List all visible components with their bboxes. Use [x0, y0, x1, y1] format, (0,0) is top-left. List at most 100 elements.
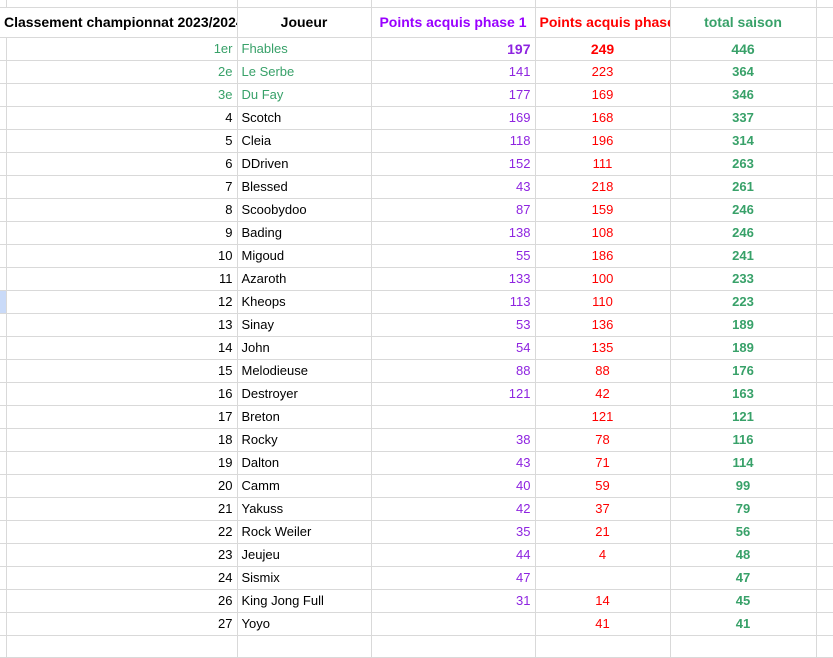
cell-phase2[interactable]: 196	[535, 129, 671, 153]
cell-total[interactable]: 246	[670, 198, 817, 222]
cell-phase2[interactable]: 4	[535, 543, 671, 567]
header-total-cell[interactable]: total saison	[670, 7, 817, 38]
cell-tail[interactable]	[816, 451, 833, 475]
cell-rank[interactable]: 16	[6, 382, 238, 406]
spacer-cell-phase2[interactable]	[535, 0, 671, 8]
blank-cell[interactable]	[371, 635, 536, 658]
cell-phase1[interactable]: 38	[371, 428, 536, 452]
cell-player[interactable]: Scotch	[237, 106, 372, 130]
cell-rank[interactable]: 8	[6, 198, 238, 222]
cell-tail[interactable]	[816, 428, 833, 452]
cell-tail[interactable]	[816, 267, 833, 291]
cell-rank[interactable]: 15	[6, 359, 238, 383]
cell-tail[interactable]	[816, 244, 833, 268]
cell-phase2[interactable]: 108	[535, 221, 671, 245]
cell-total[interactable]: 56	[670, 520, 817, 544]
cell-phase2[interactable]: 223	[535, 60, 671, 84]
cell-phase1[interactable]: 53	[371, 313, 536, 337]
cell-total[interactable]: 446	[670, 37, 817, 61]
cell-total[interactable]: 314	[670, 129, 817, 153]
cell-player[interactable]: Yoyo	[237, 612, 372, 636]
cell-player[interactable]: King Jong Full	[237, 589, 372, 613]
cell-phase2[interactable]: 159	[535, 198, 671, 222]
cell-player[interactable]: Du Fay	[237, 83, 372, 107]
header-title-cell[interactable]: Classement championnat 2023/2024	[0, 7, 238, 38]
spacer-cell-phase1[interactable]	[371, 0, 536, 8]
cell-phase1[interactable]: 152	[371, 152, 536, 176]
cell-phase1[interactable]: 197	[371, 37, 536, 61]
cell-tail[interactable]	[816, 520, 833, 544]
spacer-cell-rank[interactable]	[6, 0, 238, 8]
cell-phase1[interactable]: 54	[371, 336, 536, 360]
cell-tail[interactable]	[816, 175, 833, 199]
cell-total[interactable]: 189	[670, 313, 817, 337]
cell-rank[interactable]: 23	[6, 543, 238, 567]
cell-phase1[interactable]: 133	[371, 267, 536, 291]
spreadsheet-grid[interactable]: Classement championnat 2023/2024 Joueur …	[0, 0, 833, 658]
cell-total[interactable]: 263	[670, 152, 817, 176]
cell-tail[interactable]	[816, 405, 833, 429]
cell-total[interactable]: 337	[670, 106, 817, 130]
cell-rank[interactable]: 22	[6, 520, 238, 544]
cell-phase1[interactable]: 40	[371, 474, 536, 498]
cell-phase1[interactable]: 141	[371, 60, 536, 84]
cell-total[interactable]: 246	[670, 221, 817, 245]
cell-tail[interactable]	[816, 60, 833, 84]
cell-player[interactable]: Melodieuse	[237, 359, 372, 383]
cell-phase1[interactable]: 31	[371, 589, 536, 613]
cell-tail[interactable]	[816, 543, 833, 567]
cell-phase2[interactable]: 110	[535, 290, 671, 314]
cell-total[interactable]: 364	[670, 60, 817, 84]
spacer-cell-name[interactable]	[237, 0, 372, 8]
cell-player[interactable]: Fhables	[237, 37, 372, 61]
cell-player[interactable]: Bading	[237, 221, 372, 245]
cell-total[interactable]: 99	[670, 474, 817, 498]
cell-rank[interactable]: 7	[6, 175, 238, 199]
cell-player[interactable]: Breton	[237, 405, 372, 429]
cell-total[interactable]: 233	[670, 267, 817, 291]
cell-phase1[interactable]: 169	[371, 106, 536, 130]
cell-rank[interactable]: 21	[6, 497, 238, 521]
cell-rank[interactable]: 13	[6, 313, 238, 337]
cell-rank[interactable]: 11	[6, 267, 238, 291]
cell-phase2[interactable]: 135	[535, 336, 671, 360]
cell-player[interactable]: Cleia	[237, 129, 372, 153]
spacer-cell-total[interactable]	[670, 0, 817, 8]
cell-phase1[interactable]: 177	[371, 83, 536, 107]
cell-rank[interactable]: 17	[6, 405, 238, 429]
cell-phase2[interactable]: 121	[535, 405, 671, 429]
cell-phase2[interactable]: 168	[535, 106, 671, 130]
cell-tail[interactable]	[816, 359, 833, 383]
cell-phase1[interactable]: 35	[371, 520, 536, 544]
cell-tail[interactable]	[816, 290, 833, 314]
cell-phase2[interactable]: 71	[535, 451, 671, 475]
cell-phase2[interactable]: 14	[535, 589, 671, 613]
cell-tail[interactable]	[816, 37, 833, 61]
cell-phase1[interactable]: 44	[371, 543, 536, 567]
cell-total[interactable]: 45	[670, 589, 817, 613]
cell-total[interactable]: 176	[670, 359, 817, 383]
cell-phase1[interactable]	[371, 405, 536, 429]
cell-total[interactable]: 116	[670, 428, 817, 452]
cell-phase2[interactable]: 136	[535, 313, 671, 337]
cell-tail[interactable]	[816, 589, 833, 613]
header-phase2-cell[interactable]: Points acquis phase 2	[535, 7, 671, 38]
cell-player[interactable]: Azaroth	[237, 267, 372, 291]
cell-phase2[interactable]: 88	[535, 359, 671, 383]
cell-rank[interactable]: 4	[6, 106, 238, 130]
cell-player[interactable]: Sismix	[237, 566, 372, 590]
cell-phase2[interactable]: 42	[535, 382, 671, 406]
cell-total[interactable]: 47	[670, 566, 817, 590]
cell-rank[interactable]: 26	[6, 589, 238, 613]
cell-phase1[interactable]: 43	[371, 451, 536, 475]
cell-tail[interactable]	[816, 129, 833, 153]
cell-phase2[interactable]: 21	[535, 520, 671, 544]
cell-player[interactable]: Camm	[237, 474, 372, 498]
cell-rank[interactable]: 6	[6, 152, 238, 176]
cell-phase2[interactable]: 186	[535, 244, 671, 268]
cell-total[interactable]: 121	[670, 405, 817, 429]
cell-total[interactable]: 41	[670, 612, 817, 636]
cell-phase2[interactable]: 41	[535, 612, 671, 636]
cell-total[interactable]: 346	[670, 83, 817, 107]
cell-rank[interactable]: 10	[6, 244, 238, 268]
